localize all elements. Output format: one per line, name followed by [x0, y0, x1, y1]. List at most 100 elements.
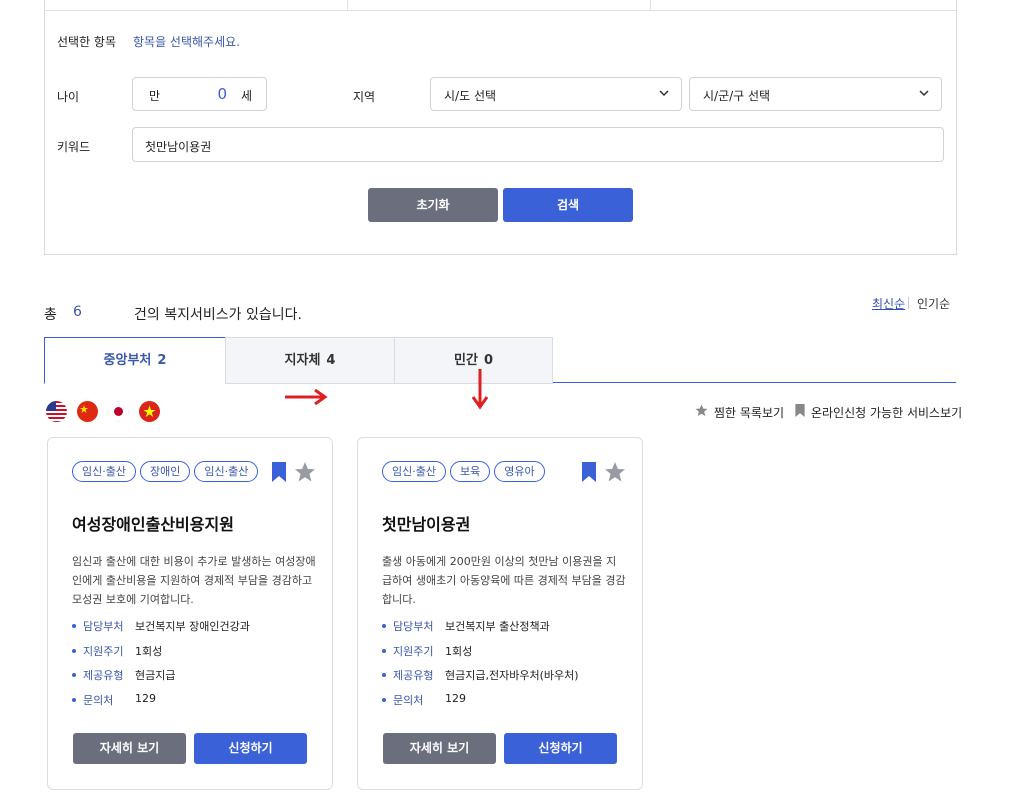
info-value: 1회성	[135, 644, 163, 658]
bullet	[72, 673, 76, 677]
age-prefix: 만	[149, 89, 161, 103]
total-prefix: 총	[44, 307, 57, 323]
bullet	[382, 697, 386, 702]
info-key: 담당부처	[393, 620, 434, 633]
info-row: 지원주기 1회성	[382, 643, 632, 668]
city-select-value: 시/군/구 선택	[703, 89, 771, 103]
strip-divider	[650, 0, 651, 10]
sort-divider	[908, 297, 909, 309]
info-value: 1회성	[445, 644, 473, 658]
search-button[interactable]: 검색	[503, 188, 633, 222]
reset-button[interactable]: 초기화	[368, 188, 498, 222]
tab-local-government[interactable]: 지자체 4	[225, 337, 395, 384]
card-info-list: 담당부처 보건복지부 출산정책과 지원주기 1회성 제공유형 현금지급,전자바우처(바…	[382, 618, 632, 716]
bookmark-icon	[795, 404, 805, 417]
tab-underline	[553, 382, 956, 383]
info-row: 문의처 129	[72, 692, 322, 717]
search-filter-panel: 선택한 항목 항목을 선택해주세요. 나이 만 0 세 지역 시/도 선택 시/…	[44, 0, 957, 255]
tab-count: 4	[326, 353, 336, 368]
info-row: 제공유형 현금지급,전자바우처(바우처)	[382, 667, 632, 692]
bullet	[382, 673, 386, 677]
sort-recent-link[interactable]: 최신순	[872, 295, 905, 312]
keyword-value: 첫만남이용권	[145, 140, 212, 154]
detail-button[interactable]: 자세히 보기	[383, 733, 496, 764]
province-select-value: 시/도 선택	[444, 89, 497, 103]
star-icon[interactable]	[294, 461, 316, 483]
bullet	[72, 624, 76, 628]
tab-label: 지자체	[284, 353, 321, 368]
info-row: 문의처 129	[382, 692, 632, 717]
total-count: 6	[73, 304, 82, 320]
selected-items-hint: 항목을 선택해주세요.	[133, 35, 240, 49]
info-value: 129	[135, 691, 156, 705]
info-value: 129	[445, 691, 466, 705]
tag[interactable]: 임신·출산	[382, 461, 446, 482]
chevron-down-icon	[659, 90, 669, 97]
favorites-list-link[interactable]: 찜한 목록보기	[714, 404, 784, 421]
star-icon[interactable]	[604, 461, 626, 483]
info-key: 제공유형	[393, 669, 434, 682]
info-key: 문의처	[83, 693, 114, 707]
tab-label: 중앙부처	[103, 353, 152, 368]
info-row: 담당부처 보건복지부 장애인건강과	[72, 618, 322, 643]
info-row: 담당부처 보건복지부 출산정책과	[382, 618, 632, 643]
service-card: 임신·출산 보육 영유아 첫만남이용권 출생 아동에게 200만원 이상의 첫만남 …	[357, 437, 643, 790]
card-title[interactable]: 여성장애인출산비용지원	[72, 511, 234, 535]
detail-button[interactable]: 자세히 보기	[73, 733, 186, 764]
info-value: 현금지급,전자바우처(바우처)	[445, 669, 579, 682]
info-value: 현금지급	[135, 669, 176, 682]
tag-list: 임신·출산 보육 영유아	[382, 461, 549, 483]
keyword-label: 키워드	[57, 140, 91, 154]
down-arrow-annotation-icon	[471, 369, 489, 410]
card-info-list: 담당부처 보건복지부 장애인건강과 지원주기 1회성 제공유형 현금지급 문의처 129	[72, 618, 322, 716]
bullet	[382, 624, 386, 628]
tag[interactable]: 임신·출산	[72, 461, 136, 482]
apply-button[interactable]: 신청하기	[504, 733, 617, 764]
region-label: 지역	[353, 90, 376, 104]
selected-items-label: 선택한 항목	[57, 35, 117, 49]
right-arrow-annotation-icon	[285, 389, 328, 405]
age-value[interactable]: 0	[199, 85, 227, 103]
bullet	[72, 648, 76, 653]
total-suffix: 건의 복지서비스가 있습니다.	[134, 307, 302, 323]
keyword-input[interactable]: 첫만남이용권	[132, 127, 944, 162]
us-flag-icon[interactable]	[46, 401, 67, 422]
bookmark-icon[interactable]	[582, 462, 596, 482]
vietnam-flag-icon[interactable]	[139, 401, 160, 422]
bullet	[382, 648, 386, 653]
tab-count: 2	[157, 353, 167, 368]
info-key: 담당부처	[83, 620, 124, 633]
info-value: 보건복지부 장애인건강과	[135, 620, 250, 633]
tab-label: 민간	[454, 353, 478, 368]
tab-count: 0	[483, 353, 493, 368]
info-key: 지원주기	[83, 644, 124, 658]
info-row: 제공유형 현금지급	[72, 667, 322, 692]
city-select[interactable]: 시/군/구 선택	[689, 77, 942, 111]
info-key: 지원주기	[393, 644, 434, 658]
strip-divider	[347, 0, 348, 10]
province-select[interactable]: 시/도 선택	[430, 77, 682, 111]
service-card: 임신·출산 장애인 임신·출산 여성장애인출산비용지원 임신과 출산에 대한 비용이…	[47, 437, 333, 790]
japan-flag-icon[interactable]	[108, 401, 129, 422]
tab-central-ministry[interactable]: 중앙부처 2	[44, 337, 226, 384]
age-input[interactable]: 만 0 세	[132, 77, 267, 111]
tag[interactable]: 장애인	[139, 461, 191, 482]
apply-button[interactable]: 신청하기	[194, 733, 307, 764]
tag[interactable]: 영유아	[494, 461, 545, 482]
tag[interactable]: 임신·출산	[194, 461, 259, 482]
info-value: 보건복지부 출산정책과	[445, 620, 550, 633]
bullet	[72, 697, 76, 702]
tag-list: 임신·출산 장애인 임신·출산	[72, 461, 262, 483]
online-service-link[interactable]: 온라인신청 가능한 서비스보기	[811, 404, 962, 421]
filter-category-strip	[45, 0, 956, 11]
info-key: 문의처	[393, 693, 424, 707]
card-title[interactable]: 첫만남이용권	[382, 511, 470, 535]
bookmark-icon[interactable]	[272, 462, 286, 482]
sort-popular-link[interactable]: 인기순	[917, 295, 950, 312]
info-key: 제공유형	[83, 669, 124, 682]
age-suffix: 세	[241, 89, 253, 103]
tag[interactable]: 보육	[449, 461, 491, 482]
card-description: 출생 아동에게 200만원 이상의 첫만남 이용권을 지급하여 생애초기 아동양…	[382, 555, 626, 606]
info-row: 지원주기 1회성	[72, 643, 322, 668]
china-flag-icon[interactable]	[77, 401, 98, 422]
